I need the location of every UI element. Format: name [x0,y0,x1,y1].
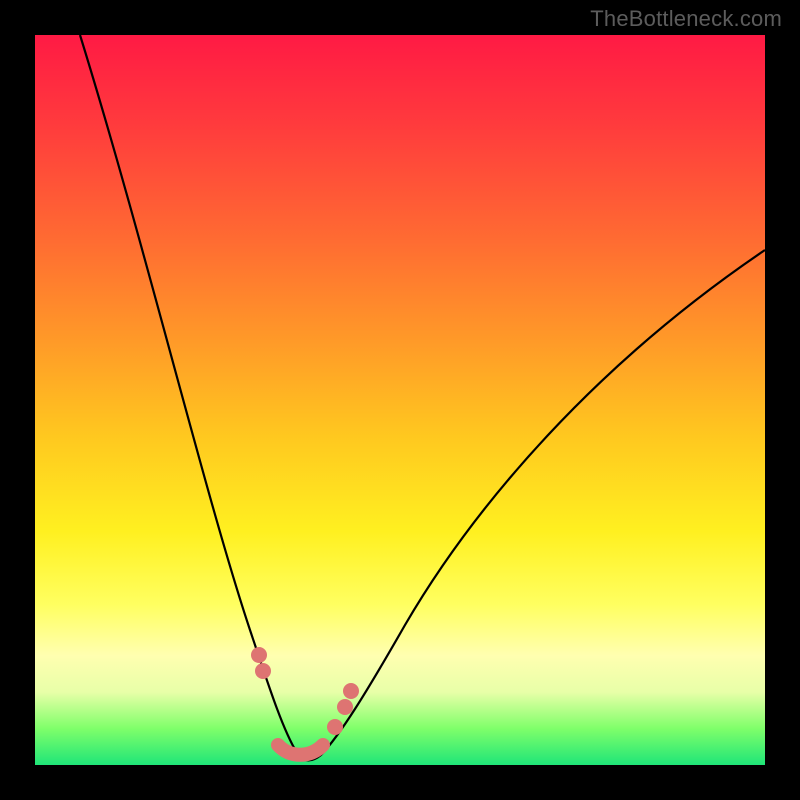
plot-area [35,35,765,765]
marker-dot [255,663,271,679]
chart-frame: TheBottleneck.com [0,0,800,800]
marker-bottom-segment [278,745,323,755]
watermark-text: TheBottleneck.com [590,6,782,32]
marker-dot [343,683,359,699]
marker-dot [251,647,267,663]
marker-dot [337,699,353,715]
bottleneck-curve-svg [35,35,765,765]
bottleneck-curve [80,35,765,760]
marker-dot [327,719,343,735]
